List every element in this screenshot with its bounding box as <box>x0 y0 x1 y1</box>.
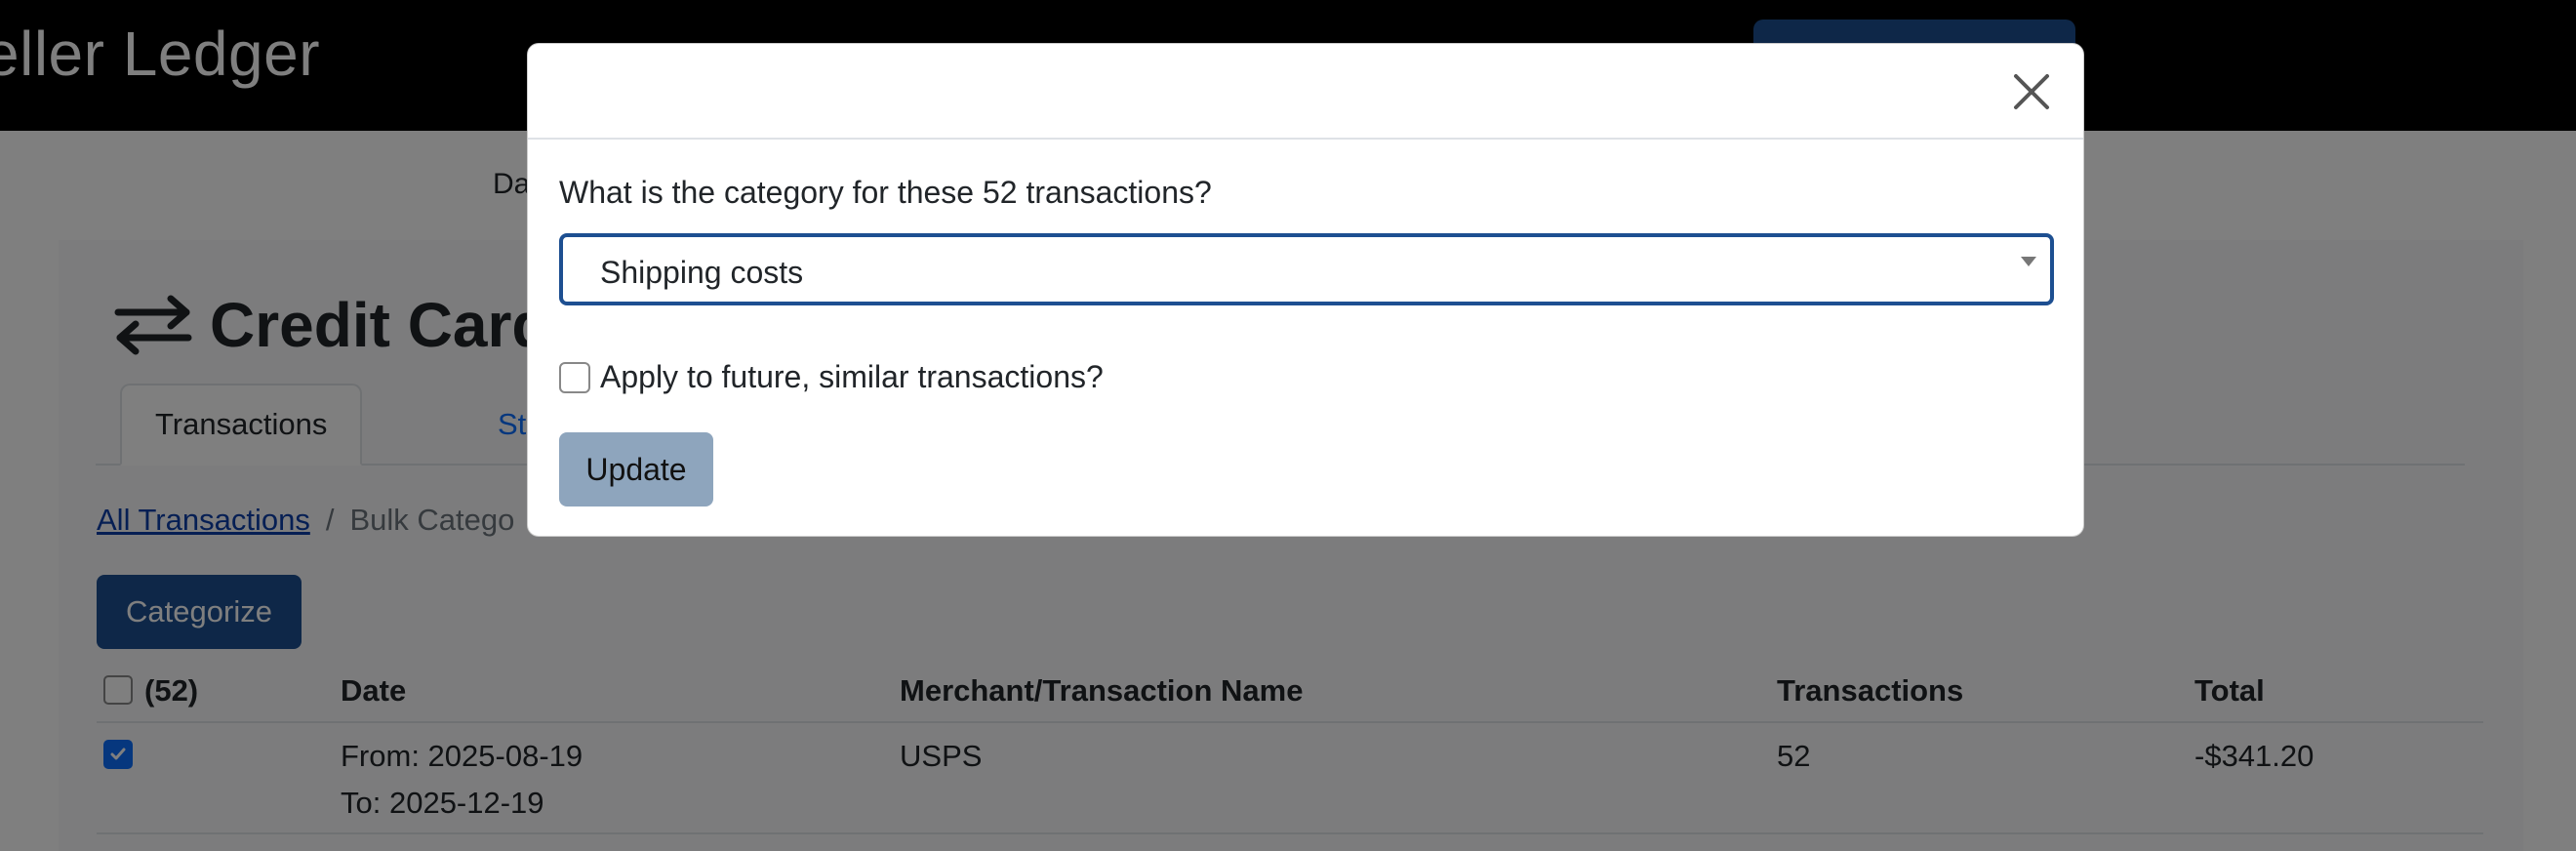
chevron-down-icon <box>2021 257 2036 266</box>
apply-future-label[interactable]: Apply to future, similar transactions? <box>600 359 1104 395</box>
category-select[interactable]: Shipping costs <box>559 233 2054 305</box>
modal-header <box>528 44 2083 140</box>
category-question: What is the category for these 52 transa… <box>559 175 1212 210</box>
close-button[interactable] <box>2009 69 2054 114</box>
close-icon <box>2014 74 2049 109</box>
category-selected-value: Shipping costs <box>600 255 804 290</box>
apply-future-checkbox[interactable] <box>559 361 590 393</box>
apply-future-row: Apply to future, similar transactions? <box>559 359 1104 395</box>
update-button[interactable]: Update <box>559 432 713 507</box>
bulk-categorize-modal: What is the category for these 52 transa… <box>527 43 2084 537</box>
